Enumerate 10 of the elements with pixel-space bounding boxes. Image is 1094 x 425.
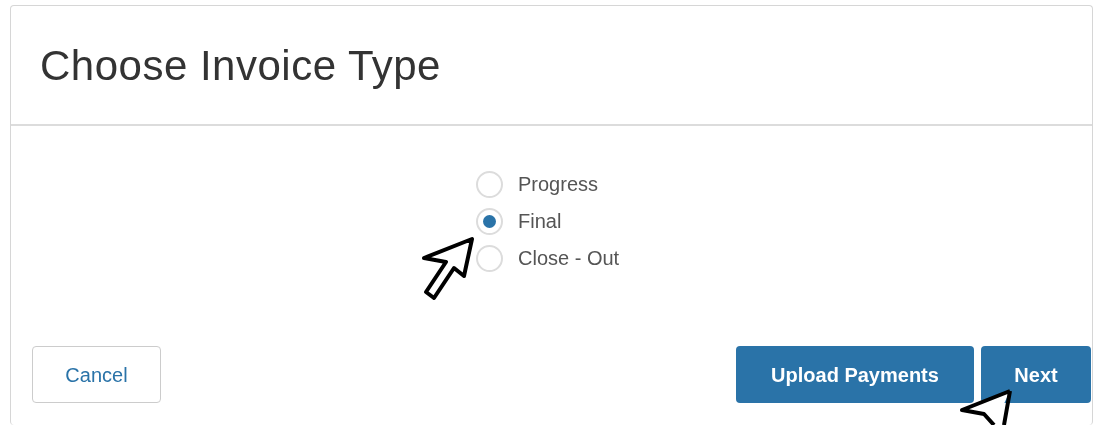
dialog-button[interactable]: Next (981, 346, 1091, 403)
dialog-button[interactable]: Upload Payments (736, 346, 974, 403)
option-label: Close - Out (518, 246, 620, 271)
radio-button[interactable] (476, 207, 503, 235)
dialog-button[interactable]: Cancel (32, 346, 161, 403)
radio-button[interactable] (476, 244, 503, 272)
dialog-title: Choose Invoice Type (40, 40, 441, 91)
option-label: Final (518, 209, 562, 234)
option-label: Progress (518, 172, 599, 197)
radio-button[interactable] (476, 170, 503, 198)
